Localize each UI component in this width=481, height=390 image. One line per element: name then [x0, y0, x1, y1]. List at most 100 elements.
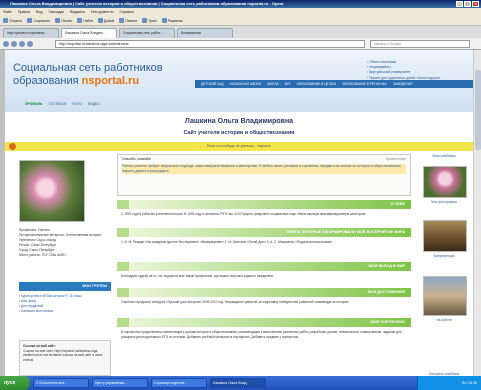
- subnav-photo[interactable]: ФОТО: [72, 102, 82, 106]
- section-heading-contribution: МОЙ ВКЛАД В МИР: [117, 262, 411, 271]
- nav-item[interactable]: ШКОЛА: [267, 82, 278, 86]
- menu-item[interactable]: Закладки: [49, 8, 65, 16]
- window-titlebar: Лашкина Ольга Владимировна | Сайт учител…: [0, 0, 481, 8]
- motto-banner: Если что-нибудь не умеешь – научись: [5, 142, 473, 151]
- section-icon: [117, 228, 129, 237]
- nav-item[interactable]: ВУЗ: [285, 82, 291, 86]
- nav-item[interactable]: ЗАВЕДЕНИЯ: [393, 82, 412, 86]
- album-caption[interactable]: На работе: [415, 318, 473, 322]
- open-icon: [3, 18, 8, 23]
- taskbar-item[interactable]: Страница подготов...: [151, 378, 207, 388]
- browser-tab[interactable]: http://yandex.ru/yandsea...: [3, 28, 59, 38]
- panels-icon: [119, 18, 125, 23]
- section-heading-text: МОЁ ПОРТФОЛИО: [370, 320, 406, 324]
- nav-item[interactable]: ОБРАЗОВАНИЕ В РЕГИОНАХ: [342, 82, 387, 86]
- minimize-icon[interactable]: _: [456, 1, 463, 7]
- section-heading-text: МОЙ ВКЛАД В МИР: [368, 264, 406, 268]
- section-heading-text: МОИ ДОСТИЖЕНИЯ: [367, 290, 405, 294]
- albums-title: Мои альбомы: [432, 154, 456, 158]
- clock: RU 15:38: [461, 381, 477, 385]
- section-heading-text: О СЕБЕ: [390, 202, 405, 206]
- toolbar-button[interactable]: Сохранить: [27, 18, 50, 23]
- menu-item[interactable]: Справка: [120, 8, 134, 16]
- taskbar: пуск C:\Documents and... Центр управлени…: [0, 376, 481, 390]
- menu-item[interactable]: Вид: [36, 8, 43, 16]
- menu-item[interactable]: Виджеты: [70, 8, 85, 16]
- site-nav: ДЕТСКИЙ САД НАЧАЛЬНАЯ ШКОЛА ШКОЛА ВУЗ ОБ…: [195, 80, 473, 88]
- nav-item[interactable]: ДЕТСКИЙ САД: [201, 82, 223, 86]
- menu-item[interactable]: Инструменты: [91, 8, 113, 16]
- search-input[interactable]: Искать в Google: [370, 40, 470, 48]
- toolbar-button[interactable]: Печать: [55, 18, 72, 23]
- subnav-profile[interactable]: ПРОФИЛЬ: [25, 102, 42, 106]
- site-logo[interactable]: Социальная сеть работников: [13, 62, 163, 74]
- nav-item[interactable]: НАЧАЛЬНАЯ ШКОЛА: [229, 82, 261, 86]
- toolbar-button[interactable]: Открыть: [3, 18, 22, 23]
- scrollbar-thumb[interactable]: [475, 70, 481, 150]
- groups-heading: МОИ ГРУППЫ: [19, 282, 111, 291]
- greeting-title: Спасибо, спасибо!: [122, 157, 152, 161]
- toolbar-button[interactable]: Найти: [77, 18, 93, 23]
- back-icon[interactable]: [3, 41, 9, 47]
- nav-item[interactable]: ОБРАЗОВАНИЕ В ЦЕЛОМ: [297, 82, 336, 86]
- save-icon: [27, 18, 33, 23]
- close-icon[interactable]: ×: [472, 1, 479, 7]
- motto-text: Если что-нибудь не умеешь – научись: [207, 144, 271, 148]
- toolbar-button[interactable]: Разметка: [161, 18, 183, 23]
- motto-icon: [9, 143, 16, 150]
- menu-item[interactable]: Правка: [18, 8, 30, 16]
- taskbar-item[interactable]: C:\Documents and...: [33, 378, 89, 388]
- home-nav-icon[interactable]: [27, 41, 33, 47]
- album-thumbnail[interactable]: [423, 276, 467, 316]
- browser-tab[interactable]: Безымянная: [177, 28, 233, 38]
- window-title: Лашкина Ольга Владимировна | Сайт учител…: [10, 1, 284, 6]
- browser-tab[interactable]: Социальная сеть работ...: [119, 28, 175, 38]
- album-caption[interactable]: Мои фотографии: [415, 200, 473, 204]
- album-caption[interactable]: Конференция: [415, 254, 473, 258]
- section-heading-achievements: МОИ ДОСТИЖЕНИЯ: [117, 288, 411, 297]
- page-scrollbar[interactable]: [473, 50, 481, 376]
- start-button[interactable]: пуск: [0, 376, 30, 390]
- greeting-box: Спасибо, спасибо! Приветствие Работа учи…: [117, 154, 411, 196]
- album-thumbnail[interactable]: [423, 220, 467, 252]
- group-link[interactable]: Написать мне письмо: [19, 309, 111, 314]
- logo-text: образования: [13, 75, 82, 87]
- section-text-about: С 1992 года я работаю учителем истории. …: [121, 212, 367, 216]
- toolbar-button[interactable]: Домой: [97, 18, 114, 23]
- profile-subnav: ПРОФИЛЬ ГОСТЕВАЯ ФОТО ВИДЕО: [25, 102, 100, 106]
- tab-bar: http://yandex.ru/yandsea... Лашкина Ольг…: [0, 26, 481, 38]
- browser-tab-active[interactable]: Лашкина Ольга Владим...: [61, 28, 117, 38]
- section-heading-books: КНИГИ, КОТОРЫЕ СФОРМИРОВАЛИ МОЁ ВОСПРИЯТ…: [117, 228, 411, 237]
- section-text-portfolio: В портфолио представлены презентации к у…: [121, 330, 402, 339]
- web-page: Социальная сеть работников образования n…: [5, 50, 473, 376]
- avatar-photo[interactable]: [19, 160, 85, 222]
- subnav-guestbook[interactable]: ГОСТЕВАЯ: [48, 102, 66, 106]
- section-heading-portfolio: МОЁ ПОРТФОЛИО: [117, 318, 411, 327]
- top-links: Обмен знаниями Медиафайлы Виртуальный ун…: [367, 60, 467, 81]
- toolbar-button[interactable]: Тракт: [142, 18, 157, 23]
- album-thumbnail[interactable]: [423, 166, 467, 198]
- section-text-achievements: Участник городского конкурса «Лучший уро…: [121, 300, 350, 304]
- section-text-books: 1. И. М. Ремарк «На западном фронте без …: [121, 240, 333, 244]
- profile-info: Профессия: Учитель Профессиональные инте…: [19, 228, 111, 258]
- greeting-label: Приветствие: [385, 157, 406, 161]
- site-link-box: Ссылка на мой сайт: Ссылка на мой сайт: …: [19, 340, 111, 376]
- profile-field: Место работы: ГОУ СОШ №391: [19, 253, 66, 257]
- menu-bar: Файл Правка Вид Закладки Виджеты Инструм…: [0, 8, 481, 16]
- subnav-video[interactable]: ВИДЕО: [88, 102, 100, 106]
- section-icon: [117, 288, 129, 297]
- taskbar-item[interactable]: Центр управления...: [92, 378, 148, 388]
- toolbar-button[interactable]: Панели: [119, 18, 137, 23]
- forward-icon[interactable]: [11, 41, 17, 47]
- menu-item[interactable]: Файл: [3, 8, 12, 16]
- site-logo-line2[interactable]: образования nsportal.ru: [13, 75, 139, 87]
- taskbar-item-active[interactable]: Лашкина Ольга Влад...: [210, 378, 266, 388]
- maximize-icon[interactable]: □: [464, 1, 471, 7]
- print-icon: [55, 18, 61, 23]
- reload-icon[interactable]: [19, 41, 25, 47]
- markup-icon: [161, 18, 167, 23]
- url-input[interactable]: http://nsportal.ru/lashkina-olga-vladimi…: [55, 40, 365, 48]
- system-tray: RU 15:38: [417, 376, 481, 390]
- route-icon: [142, 18, 148, 23]
- section-heading-about: О СЕБЕ: [117, 200, 411, 209]
